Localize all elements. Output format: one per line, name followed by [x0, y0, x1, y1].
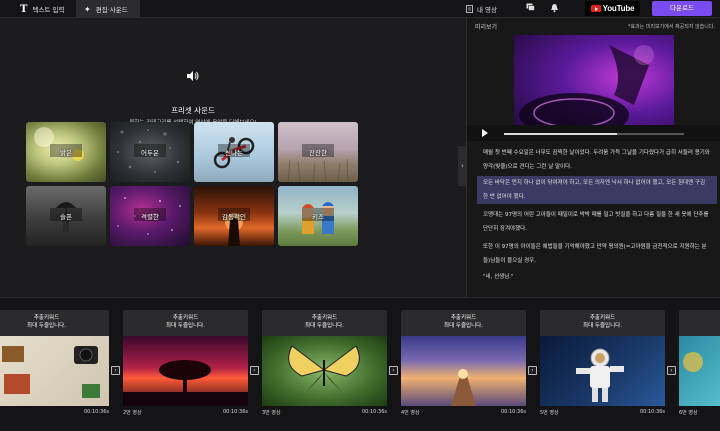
mood-label: 키즈	[312, 213, 324, 221]
mood-tile-bright[interactable]: 밝은	[26, 122, 106, 182]
keyword-line-2: 최대 두줄입니다.	[583, 323, 622, 329]
clip-name: 5번 영상	[540, 410, 559, 416]
mood-tile-dark[interactable]: 어두운	[110, 122, 190, 182]
transition-icon[interactable]: ›	[250, 366, 259, 375]
preview-note: *효과는 미리보기에서 제공되지 않습니다.	[627, 24, 715, 30]
transition-icon[interactable]: ›	[389, 366, 398, 375]
keyword-line-1: 추출키워드	[33, 315, 60, 321]
chat-icon[interactable]	[524, 3, 536, 15]
clip-card-1[interactable]: 추출키워드 최대 두줄입니다. 00:10:36s	[0, 310, 109, 421]
clip-thumbnail	[540, 336, 665, 406]
mood-tile-kids[interactable]: 키즈	[278, 186, 358, 246]
youtube-play-icon	[590, 5, 601, 12]
mood-label: 밝은	[60, 149, 72, 157]
mood-label: 신나는	[225, 149, 243, 157]
script-text: 매월 첫 번째 수요일은 너무도 끔찍한 날이었다. 두려움 가득 그날을 기다…	[477, 146, 717, 284]
mood-tile-moving[interactable]: 감동적인	[194, 186, 274, 246]
transition-icon[interactable]: ›	[528, 366, 537, 375]
preview-header: 미리보기 *효과는 미리보기에서 제공되지 않습니다.	[467, 18, 720, 35]
butterfly-image	[288, 345, 360, 392]
mood-label: 잔잔한	[309, 149, 327, 157]
text-t-icon: T	[20, 3, 28, 15]
preset-title: 프리셋 사운드	[171, 106, 215, 115]
mood-tile-sad[interactable]: 슬픈	[26, 186, 106, 246]
tab-text-input[interactable]: T 텍스트 입력	[12, 0, 72, 18]
magic-wand-icon: ✦	[84, 4, 91, 14]
keyword-line-1: 추출키워드	[172, 315, 199, 321]
download-button[interactable]: 다운로드	[652, 1, 712, 16]
keyword-line-1: 추출키워드	[589, 315, 616, 321]
script-paragraph[interactable]: 매월 첫 번째 수요일은 너무도 끔찍한 날이었다. 두려움 가득 그날을 기다…	[477, 146, 717, 174]
bell-icon[interactable]	[548, 3, 560, 15]
clip-name: 2번 영상	[123, 410, 142, 416]
keyword-box: 추출키워드 최대 두줄입니다.	[540, 310, 665, 336]
keyword-box: 추출키워드 최대 두줄입니다.	[0, 310, 109, 336]
clip-duration: 00:10:36s	[500, 409, 526, 415]
transition-icon[interactable]: ›	[111, 366, 120, 375]
script-paragraph-highlighted[interactable]: 모든 바닥은 먼지 하나 없이 닦여져야 하고, 모든 의자엔 낙서 하나 없어…	[477, 176, 717, 204]
clip-name: 3번 영상	[262, 410, 281, 416]
clip-thumbnail	[0, 336, 109, 406]
clip-duration: 00:10:36s	[83, 409, 109, 415]
planet-image	[683, 352, 703, 372]
clip-duration: 00:10:36s	[639, 409, 665, 415]
clip-duration: 00:10:36s	[361, 409, 387, 415]
tab-edit-sound[interactable]: ✦ 편집·사운드	[76, 0, 140, 18]
mood-label: 감동적인	[222, 213, 246, 221]
script-paragraph[interactable]: 또한 이 97명의 아이들은 예법들을 기억해야했고 만약 평의원(=고아원을 …	[477, 240, 717, 268]
clip-thumbnail	[401, 336, 526, 406]
mood-tile-exciting[interactable]: 신나는	[194, 122, 274, 182]
keyword-line-1: 추출키워드	[311, 315, 338, 321]
keyword-line-2: 최대 두줄입니다.	[444, 323, 483, 329]
video-player-controls	[467, 125, 720, 141]
keyword-box: 추출키워드 최대 두줄입니다.	[123, 310, 248, 336]
clip-thumbnail	[679, 336, 720, 406]
transition-icon[interactable]: ›	[667, 366, 676, 375]
clip-card-2[interactable]: 추출키워드 최대 두줄입니다. 2번 영상 00:10:36s	[123, 310, 248, 421]
clip-duration: 00:10:36s	[222, 409, 248, 415]
tree-sunset-image	[123, 360, 248, 406]
youtube-button[interactable]: YouTube	[585, 1, 640, 16]
pier-sunset-image	[451, 369, 476, 406]
tab-edit-sound-label: 편집·사운드	[95, 6, 128, 14]
script-paragraph[interactable]: "네, 선생님."	[477, 270, 717, 284]
preview-title: 미리보기	[475, 24, 498, 31]
clip-thumbnail	[123, 336, 248, 406]
clip-name: 4번 영상	[401, 410, 420, 416]
clip-name: 6번 영상	[679, 410, 698, 416]
top-bar: T 텍스트 입력 ✦ 편집·사운드 내 영상 YouTube 다운로드	[0, 0, 720, 18]
progress-bar[interactable]	[504, 133, 684, 135]
keyword-line-2: 최대 두줄입니다.	[305, 323, 344, 329]
clip-card-4[interactable]: 추출키워드 최대 두줄입니다. 4번 영상 00:10:36s	[401, 310, 526, 421]
youtube-label: YouTube	[602, 4, 635, 13]
play-icon[interactable]	[482, 129, 488, 137]
keyword-line-1: 추출키워드	[450, 315, 477, 321]
clip-thumbnail	[262, 336, 387, 406]
keyword-line-2: 최대 두줄입니다.	[27, 323, 66, 329]
my-video-label: 내 영상	[477, 6, 498, 14]
keyword-box: 추출키워드 최대 두줄입니다.	[401, 310, 526, 336]
keyword-box: 추출키워드 최대 두줄입니다.	[262, 310, 387, 336]
mood-tile-intense[interactable]: 격렬한	[110, 186, 190, 246]
mood-label: 격렬한	[141, 213, 159, 221]
mood-label: 어두운	[141, 149, 159, 157]
progress-fill	[504, 133, 618, 135]
speaker-icon	[187, 71, 199, 81]
script-paragraph[interactable]: 꼬맹대는 97명의 어린 고아들이 때밀이로 박박 때를 밀고 빗질을 하고 다…	[477, 208, 717, 236]
keyword-box	[679, 310, 720, 336]
clip-card-3[interactable]: 추출키워드 최대 두줄입니다. 3번 영상 00:10:36s	[262, 310, 387, 421]
clip-card-5[interactable]: 추출키워드 최대 두줄입니다. 5번 영상 00:10:36s	[540, 310, 665, 421]
mood-tile-calm[interactable]: 잔잔한	[278, 122, 358, 182]
mood-label: 슬픈	[60, 213, 72, 221]
keyword-line-2: 최대 두줄입니다.	[166, 323, 205, 329]
travel-camera-image	[2, 346, 100, 398]
astronaut-image	[576, 348, 624, 402]
my-video-button[interactable]: 내 영상	[466, 0, 497, 18]
preview-panel: 미리보기 *효과는 미리보기에서 제공되지 않습니다. 매월 첫 번째 수요일은…	[466, 18, 720, 297]
tab-text-input-label: 텍스트 입력	[32, 6, 65, 14]
file-icon	[466, 5, 473, 13]
clip-card-6[interactable]: 6번 영상	[679, 310, 720, 421]
